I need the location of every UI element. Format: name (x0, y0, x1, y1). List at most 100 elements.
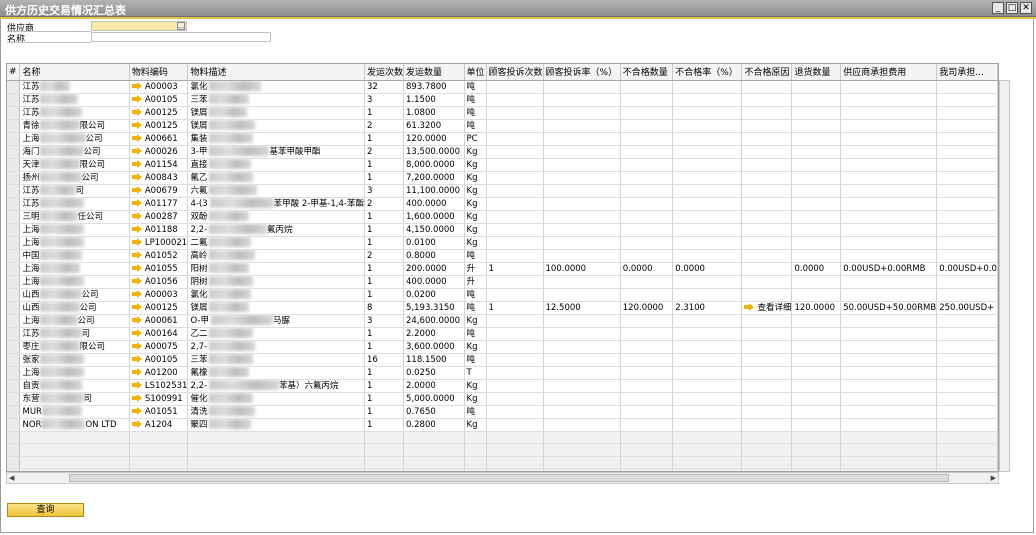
nonconforming-rate-cell[interactable] (672, 145, 743, 159)
unit-cell[interactable]: Kg (464, 145, 487, 159)
item-description-cell[interactable]: 催化 (187, 392, 365, 406)
table-row[interactable]: 东营 司 S100991 催化 1 5,000.0000 Kg (7, 392, 998, 406)
supplier-cost-cell[interactable] (840, 236, 938, 250)
item-description-cell[interactable]: 氟橡 (187, 366, 365, 380)
item-code-cell[interactable]: A00003 (129, 80, 189, 94)
nonconforming-rate-cell[interactable] (672, 418, 743, 432)
return-qty-cell[interactable] (791, 275, 842, 289)
nonconforming-reason-cell[interactable] (741, 249, 793, 263)
shipment-qty-cell[interactable]: 2.2000 (403, 327, 465, 341)
complaint-rate-cell[interactable] (543, 132, 621, 146)
supplier-cost-cell[interactable] (840, 197, 938, 211)
supplier-name-cell[interactable]: 山西 公司 (19, 301, 130, 315)
supplier-name-cell[interactable]: 青徐 限公司 (19, 119, 130, 133)
supplier-name-cell[interactable]: 上海 (19, 262, 130, 276)
complaint-rate-cell[interactable] (543, 119, 621, 133)
nonconforming-reason-cell[interactable] (741, 340, 793, 354)
complaint-count-cell[interactable] (486, 249, 544, 263)
link-arrow-icon[interactable] (131, 173, 142, 181)
supplier-cost-cell[interactable] (840, 249, 938, 263)
supplier-name-cell[interactable]: 上海 (19, 275, 130, 289)
nonconforming-reason-cell[interactable] (741, 106, 793, 120)
nonconforming-qty-cell[interactable] (620, 106, 674, 120)
nonconforming-reason-cell[interactable] (741, 405, 793, 419)
nonconforming-reason-cell[interactable] (741, 184, 793, 198)
supplier-cost-cell[interactable] (840, 314, 938, 328)
complaint-rate-cell[interactable] (543, 288, 621, 302)
column-header[interactable]: 顾客投诉率（%） (543, 64, 621, 81)
column-header[interactable]: 名称 (19, 64, 130, 81)
column-header[interactable]: 发运数量 (403, 64, 465, 81)
link-arrow-icon[interactable] (131, 186, 142, 194)
nonconforming-reason-cell[interactable] (741, 119, 793, 133)
nonconforming-rate-cell[interactable] (672, 392, 743, 406)
item-code-cell[interactable]: A00105 (129, 353, 189, 367)
our-cost-cell[interactable]: 250.00USD+ (936, 301, 998, 315)
maximize-icon[interactable]: □ (1006, 2, 1018, 14)
row-number-cell[interactable] (7, 366, 21, 380)
nonconforming-rate-cell[interactable] (672, 210, 743, 224)
complaint-rate-cell[interactable] (543, 236, 621, 250)
link-arrow-icon[interactable] (131, 290, 142, 298)
return-qty-cell[interactable] (791, 171, 842, 185)
item-description-cell[interactable]: 2,2- 氟丙烷 (187, 223, 365, 237)
scroll-right-icon[interactable]: ▶ (991, 474, 996, 482)
nonconforming-qty-cell[interactable] (620, 405, 674, 419)
item-code-cell[interactable]: A00061 (129, 314, 189, 328)
item-code-cell[interactable]: A01188 (129, 223, 189, 237)
row-number-cell[interactable] (7, 158, 21, 172)
link-arrow-icon[interactable] (131, 121, 142, 129)
item-code-cell[interactable]: A00125 (129, 106, 189, 120)
table-row[interactable]: 青徐 限公司 A00125 镁屑 2 61.3200 吨 (7, 119, 998, 133)
item-description-cell[interactable]: 双酚 (187, 210, 365, 224)
our-cost-cell[interactable] (936, 405, 998, 419)
nonconforming-reason-cell[interactable] (741, 93, 793, 107)
our-cost-cell[interactable] (936, 275, 998, 289)
shipment-count-cell[interactable]: 3 (364, 314, 405, 328)
link-arrow-icon[interactable] (131, 160, 142, 168)
shipment-count-cell[interactable]: 2 (364, 249, 405, 263)
complaint-rate-cell[interactable] (543, 392, 621, 406)
our-cost-cell[interactable] (936, 288, 998, 302)
complaint-rate-cell[interactable] (543, 340, 621, 354)
shipment-count-cell[interactable]: 3 (364, 184, 405, 198)
our-cost-cell[interactable] (936, 340, 998, 354)
row-number-cell[interactable] (7, 353, 21, 367)
nonconforming-rate-cell[interactable] (672, 249, 743, 263)
item-description-cell[interactable]: 氟乙 (187, 171, 365, 185)
link-arrow-icon[interactable] (131, 407, 142, 415)
return-qty-cell[interactable] (791, 132, 842, 146)
supplier-cost-cell[interactable] (840, 327, 938, 341)
nonconforming-rate-cell[interactable] (672, 288, 743, 302)
shipment-qty-cell[interactable]: 1.0800 (403, 106, 465, 120)
choose-from-list-icon[interactable]: … (177, 22, 185, 30)
link-arrow-icon[interactable] (131, 108, 142, 116)
shipment-count-cell[interactable]: 1 (364, 106, 405, 120)
table-row[interactable]: MUR A01051 清洗 1 0.7650 吨 (7, 405, 998, 419)
item-description-cell[interactable]: 阴树 (187, 275, 365, 289)
nonconforming-reason-cell[interactable] (741, 197, 793, 211)
supplier-name-cell[interactable]: 江苏 司 (19, 327, 130, 341)
complaint-count-cell[interactable] (486, 379, 544, 393)
item-description-cell[interactable]: 镁屑 (187, 106, 365, 120)
shipment-count-cell[interactable]: 1 (364, 223, 405, 237)
shipment-count-cell[interactable]: 3 (364, 93, 405, 107)
table-row[interactable]: 扬州 公司 A00843 氟乙 1 7,200.0000 Kg (7, 171, 998, 185)
nonconforming-rate-cell[interactable] (672, 171, 743, 185)
item-code-cell[interactable]: A00843 (129, 171, 189, 185)
return-qty-cell[interactable] (791, 366, 842, 380)
nonconforming-reason-cell[interactable] (741, 353, 793, 367)
nonconforming-qty-cell[interactable] (620, 366, 674, 380)
supplier-cost-cell[interactable] (840, 80, 938, 94)
unit-cell[interactable]: Kg (464, 340, 487, 354)
nonconforming-rate-cell[interactable] (672, 106, 743, 120)
return-qty-cell[interactable] (791, 145, 842, 159)
table-row[interactable]: 上海 A01188 2,2- 氟丙烷 1 4,150.0000 Kg (7, 223, 998, 237)
shipment-count-cell[interactable]: 1 (364, 236, 405, 250)
horizontal-scrollbar[interactable]: ◀ ▶ (6, 472, 999, 484)
shipment-qty-cell[interactable]: 400.0000 (403, 197, 465, 211)
supplier-name-cell[interactable]: 上海 (19, 366, 130, 380)
shipment-qty-cell[interactable]: 893.7800 (403, 80, 465, 94)
nonconforming-qty-cell[interactable] (620, 119, 674, 133)
item-description-cell[interactable]: 六氟 (187, 184, 365, 198)
